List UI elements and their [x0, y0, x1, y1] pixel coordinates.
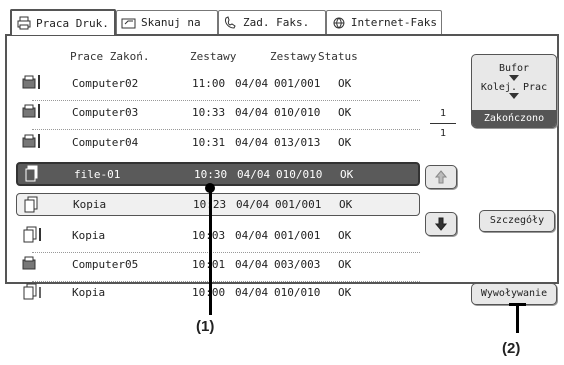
table-row[interactable]: Computer03 10:33 04/04 010/010 OK [16, 101, 420, 130]
arrow-down-icon [435, 217, 447, 231]
copy-icon [23, 196, 51, 214]
callout-label-1: (1) [196, 318, 215, 335]
header-status: Status [318, 50, 358, 63]
table-row[interactable]: Computer05 10:01 04/04 003/003 OK [16, 253, 420, 282]
job-queue-selector[interactable]: Bufor Kolej. Prac Zakończono [471, 54, 557, 128]
tab-label: Skanuj na [141, 16, 201, 29]
computer-icon [22, 133, 50, 151]
kolej-label[interactable]: Kolej. Prac [472, 82, 556, 93]
internet-fax-icon [333, 17, 345, 29]
table-row[interactable]: Computer02 11:00 04/04 001/001 OK [16, 72, 420, 101]
callout-dot-1 [205, 183, 215, 193]
table-row-selected[interactable]: file-01 10:30 04/04 010/010 OK [16, 162, 420, 186]
page-current: 1 [440, 108, 447, 119]
header-zestawy-2: Zestawy [270, 50, 317, 63]
computer-icon [22, 74, 50, 92]
tab-label: Zad. Faks. [243, 16, 310, 29]
callout-bar-2 [509, 303, 526, 306]
computer-icon [22, 255, 50, 273]
zakonczono-label[interactable]: Zakończono [472, 110, 556, 127]
table-row[interactable]: Kopia 10:00 04/04 010/010 OK [16, 281, 420, 303]
copy-icon [22, 283, 50, 301]
table-row[interactable]: Kopia 10:03 04/04 001/001 OK [16, 224, 420, 253]
page-divider [430, 123, 456, 124]
tab-scan[interactable]: Skanuj na [116, 10, 218, 34]
file-icon [24, 165, 52, 183]
table-row[interactable]: Kopia 10:23 04/04 001/001 OK [16, 193, 420, 216]
bufor-label[interactable]: Bufor [472, 63, 556, 74]
scroll-down-button[interactable] [425, 212, 457, 236]
tab-print-jobs[interactable]: Praca Druk. [10, 9, 116, 35]
header-prace: Prace Zakoń. [70, 50, 150, 63]
details-button[interactable]: Szczegóły [479, 210, 555, 232]
callout-label-2: (2) [502, 340, 521, 357]
table-row[interactable]: Computer04 10:31 04/04 013/013 OK [16, 131, 420, 153]
page-total: 1 [440, 128, 447, 139]
recall-button[interactable]: Wywoływanie [471, 283, 557, 305]
header-zestawy-1: Zestawy [190, 50, 237, 63]
copy-icon [22, 226, 50, 244]
printer-icon [17, 16, 31, 30]
tab-label: Internet-Faks [350, 16, 437, 29]
arrow-down-icon [509, 93, 519, 99]
scanner-icon [121, 18, 136, 28]
computer-icon [22, 103, 50, 121]
tab-fax[interactable]: Zad. Faks. [218, 10, 326, 34]
fax-icon [225, 15, 236, 29]
scroll-up-button[interactable] [425, 165, 457, 189]
arrow-up-icon [435, 170, 447, 184]
callout-line-1 [209, 187, 212, 315]
arrow-down-icon [509, 75, 519, 81]
callout-line-2 [516, 305, 519, 333]
tab-internet-fax[interactable]: Internet-Faks [326, 10, 442, 34]
tab-label: Praca Druk. [36, 16, 109, 30]
